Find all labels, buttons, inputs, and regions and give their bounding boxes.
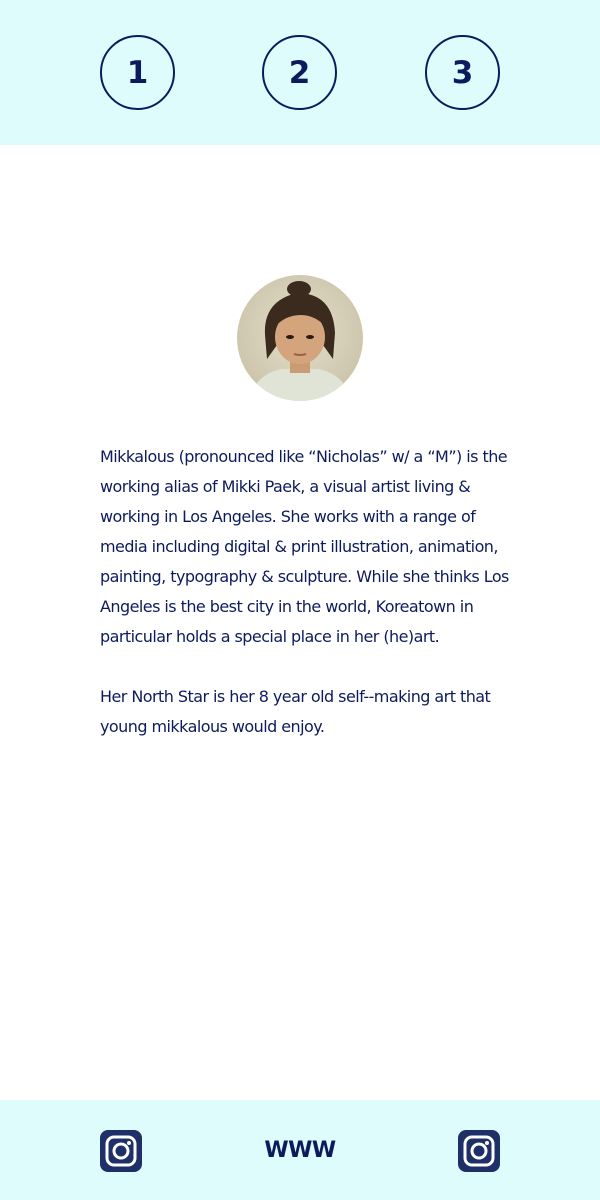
footer-bar: WWW: [0, 1100, 600, 1200]
nav-button-1[interactable]: 1: [100, 35, 175, 110]
website-link[interactable]: WWW: [255, 1133, 345, 1169]
avatar: [237, 275, 363, 401]
instagram-icon[interactable]: [458, 1130, 500, 1172]
bio-text: Mikkalous (pronounced like “Nicholas” w/…: [100, 442, 510, 742]
nav-button-3[interactable]: 3: [425, 35, 500, 110]
instagram-icon[interactable]: [100, 1130, 142, 1172]
nav-button-2[interactable]: 2: [262, 35, 337, 110]
top-nav: 1 2 3: [0, 0, 600, 145]
bio-paragraph: Mikkalous (pronounced like “Nicholas” w/…: [100, 447, 509, 646]
child-portrait-photo: [237, 275, 363, 401]
bio-paragraph: Her North Star is her 8 year old self--m…: [100, 687, 491, 736]
